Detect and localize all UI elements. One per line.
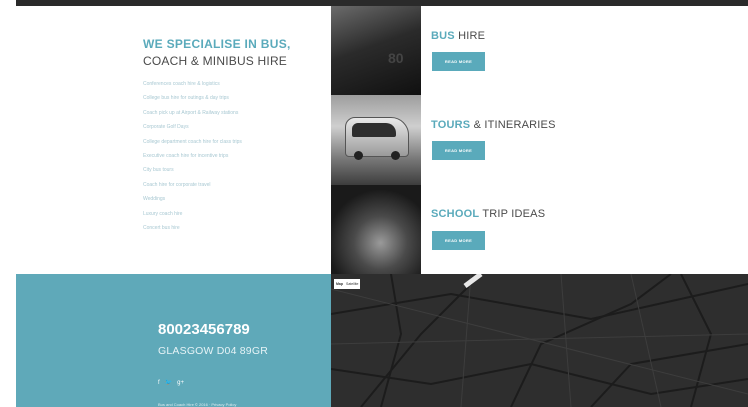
category-rest: & ITINERARIES bbox=[470, 119, 556, 131]
map-streets bbox=[331, 274, 748, 407]
service-link[interactable]: Coach hire for corporate travel bbox=[143, 178, 242, 192]
read-more-button-school-trips[interactable]: READ MORE bbox=[432, 231, 485, 250]
specialise-heading: WE SPECIALISE IN BUS, COACH & MINIBUS HI… bbox=[143, 36, 318, 70]
service-link[interactable]: Corporate Golf Days bbox=[143, 120, 242, 134]
specialise-heading-highlight: WE SPECIALISE IN BUS, bbox=[143, 37, 291, 51]
category-title-tours[interactable]: TOURS & ITINERARIES bbox=[431, 119, 556, 131]
coach-exterior-photo bbox=[331, 95, 421, 185]
facebook-icon[interactable]: f bbox=[158, 379, 160, 387]
services-list: Conferences coach hire & logistics Colle… bbox=[143, 77, 242, 235]
map-view-button[interactable]: Map bbox=[336, 282, 343, 286]
service-link[interactable]: Conferences coach hire & logistics bbox=[143, 77, 242, 91]
service-link[interactable]: Luxury coach hire bbox=[143, 207, 242, 221]
social-links: f 🐦 g+ bbox=[158, 379, 184, 387]
read-more-button-bus-hire[interactable]: READ MORE bbox=[432, 52, 485, 71]
map-type-toggle: Map Satellite bbox=[334, 279, 361, 289]
category-highlight: SCHOOL bbox=[431, 208, 480, 220]
service-link[interactable]: College bus hire for outings & day trips bbox=[143, 91, 242, 105]
google-plus-icon[interactable]: g+ bbox=[177, 379, 184, 387]
specialise-heading-rest: COACH & MINIBUS HIRE bbox=[143, 54, 288, 68]
copyright-text: Bus and Coach Hire © 2016 · Privacy Poli… bbox=[158, 402, 237, 407]
category-title-school-trips[interactable]: SCHOOL TRIP IDEAS bbox=[431, 208, 545, 220]
service-link[interactable]: Executive coach hire for incentive trips bbox=[143, 149, 242, 163]
service-link[interactable]: City bus tours bbox=[143, 163, 242, 177]
wheel-icon bbox=[354, 151, 363, 160]
service-link[interactable]: Weddings bbox=[143, 192, 242, 206]
service-link[interactable]: Coach pick up at Airport & Railway stati… bbox=[143, 106, 242, 120]
coach-illustration bbox=[345, 117, 409, 160]
categories-panel: BUS HIRE READ MORE TOURS & ITINERARIES R… bbox=[421, 6, 748, 274]
satellite-view-button[interactable]: Satellite bbox=[346, 282, 358, 286]
map-panel[interactable]: Map Satellite bbox=[331, 274, 748, 407]
category-rest: HIRE bbox=[454, 30, 486, 42]
category-highlight: TOURS bbox=[431, 119, 471, 131]
read-more-button-tours[interactable]: READ MORE bbox=[432, 141, 485, 160]
category-rest: TRIP IDEAS bbox=[479, 208, 546, 220]
bus-interior-photo: 80 bbox=[331, 6, 421, 95]
photo-column: 80 bbox=[331, 6, 421, 274]
coach-windscreen bbox=[352, 123, 396, 137]
service-link[interactable]: Concert bus hire bbox=[143, 221, 242, 235]
service-link[interactable]: College department coach hire for class … bbox=[143, 135, 242, 149]
twitter-icon[interactable]: 🐦 bbox=[165, 379, 172, 387]
wheel-icon bbox=[391, 151, 400, 160]
category-highlight: BUS bbox=[431, 30, 455, 42]
address-postcode: GLASGOW D04 89GR bbox=[158, 345, 268, 357]
category-title-bus-hire[interactable]: BUS HIRE bbox=[431, 30, 485, 42]
phone-number[interactable]: 80023456789 bbox=[158, 321, 250, 338]
contact-panel: 80023456789 GLASGOW D04 89GR f 🐦 g+ Bus … bbox=[16, 274, 331, 407]
school-trip-photo bbox=[331, 185, 421, 274]
bus-plate-number: 80 bbox=[388, 50, 404, 66]
